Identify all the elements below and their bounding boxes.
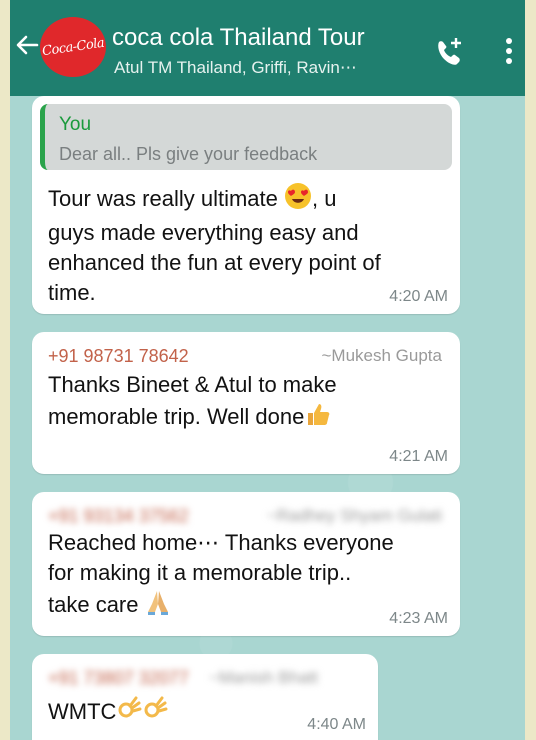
thumbs-up-emoji-icon xyxy=(304,400,332,436)
chat-screen: Coca-Cola coca cola Thailand Tour Atul T… xyxy=(10,0,525,740)
message-bubble[interactable]: You Dear all.. Pls give your feedback To… xyxy=(32,96,460,314)
more-options-icon[interactable] xyxy=(504,36,514,66)
message-line: time. xyxy=(48,280,96,305)
heart-eyes-emoji-icon xyxy=(284,182,312,218)
message-line: guys made everything easy and xyxy=(48,220,359,245)
chat-participants[interactable]: Atul TM Thailand, Griffi, Ravin⋯ xyxy=(114,58,357,78)
message-bubble[interactable]: +91 93134 37562 ~Radhey Shyam Gulati Rea… xyxy=(32,492,460,636)
avatar-logo-text: Coca-Cola xyxy=(41,35,105,59)
message-time: 4:40 AM xyxy=(307,716,366,733)
message-time: 4:23 AM xyxy=(389,610,448,627)
message-line: enhanced the fun at every point of xyxy=(48,250,381,275)
ok-hand-emoji-icon xyxy=(142,696,168,730)
group-avatar[interactable]: Coca-Cola xyxy=(40,17,106,77)
add-call-icon[interactable] xyxy=(432,36,464,68)
sender-name: ~Radhey Shyam Gulati xyxy=(266,506,442,525)
message-line: take care xyxy=(48,591,139,617)
sender-number[interactable]: +91 98731 78642 xyxy=(48,346,189,367)
sender-number[interactable]: +91 93134 37562 xyxy=(48,506,189,527)
folded-hands-emoji-icon xyxy=(145,588,171,624)
message-bubble[interactable]: +91 73807 32077 ~Manish Bhatt WMTC 4:40 … xyxy=(32,654,378,740)
message-text: Reached home⋯ Thanks everyone for making… xyxy=(48,528,394,624)
message-line: Reached home⋯ Thanks everyone xyxy=(48,530,394,555)
chat-title[interactable]: coca cola Thailand Tour xyxy=(112,24,365,52)
message-line-end: , u xyxy=(312,185,337,211)
message-time: 4:20 AM xyxy=(389,288,448,305)
ok-hand-emoji-icon xyxy=(116,696,142,730)
quoted-author: You xyxy=(59,114,92,135)
quoted-message[interactable]: You Dear all.. Pls give your feedback xyxy=(40,104,452,170)
message-line: Tour was really ultimate xyxy=(48,185,278,211)
message-line: WMTC xyxy=(48,698,117,724)
sender-name: ~Manish Bhatt xyxy=(208,668,318,687)
message-text: Tour was really ultimate , u guys made e… xyxy=(48,182,381,308)
message-time: 4:21 AM xyxy=(389,448,448,465)
sender-name: ~Mukesh Gupta xyxy=(321,346,443,365)
message-text: WMTC xyxy=(48,696,168,730)
message-bubble[interactable]: +91 98731 78642 ~Mukesh Gupta Thanks Bin… xyxy=(32,332,460,474)
message-line: for making it a memorable trip.. xyxy=(48,560,352,585)
message-text: Thanks Bineet & Atul to make memorable t… xyxy=(48,370,337,436)
sender-number[interactable]: +91 73807 32077 xyxy=(48,668,189,689)
quoted-text: Dear all.. Pls give your feedback xyxy=(59,144,318,164)
back-arrow-icon[interactable] xyxy=(14,32,42,60)
chat-header: Coca-Cola coca cola Thailand Tour Atul T… xyxy=(10,0,525,96)
message-line: memorable trip. Well done xyxy=(48,403,305,429)
message-line: Thanks Bineet & Atul to make xyxy=(48,372,337,397)
